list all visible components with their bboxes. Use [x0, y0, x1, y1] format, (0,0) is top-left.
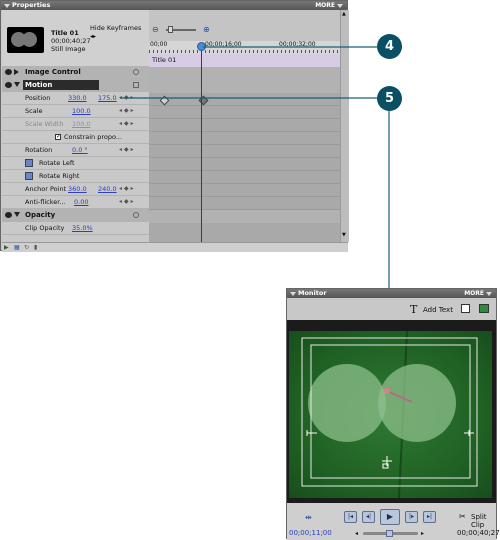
current-timecode[interactable]: 00;00;11;00 [289, 529, 332, 537]
callout-5: 5 [377, 86, 402, 111]
text-tool-icon[interactable]: T [410, 303, 417, 316]
go-to-start-button[interactable]: |◂ [344, 511, 357, 523]
video-preview[interactable] [289, 331, 492, 498]
monitor-toolbar: T Add Text [287, 298, 496, 320]
preview-overlay [301, 331, 478, 498]
split-view-icon[interactable]: ⇹ [305, 513, 312, 522]
monitor-header: Monitor MORE [287, 289, 496, 298]
monitor-panel: Monitor MORE T Add Text ⇹ 00;00;11;00 00… [286, 288, 500, 540]
panel-title: Monitor [298, 289, 327, 297]
step-back-button[interactable]: ◂| [362, 511, 375, 523]
play-button[interactable]: ▶ [380, 509, 400, 525]
more-button[interactable]: MORE [464, 289, 492, 298]
shuttle-right-icon[interactable]: ▸ [421, 530, 424, 537]
go-to-end-button[interactable]: ▸| [423, 511, 436, 523]
add-text-button[interactable]: Add Text [423, 306, 453, 314]
shuttle-handle[interactable] [386, 530, 393, 537]
split-clip-button[interactable]: Split Clip [471, 513, 496, 529]
split-clip-icon[interactable]: ✂ [459, 512, 466, 521]
duration-timecode: 00;00;40;27 [457, 529, 500, 537]
step-forward-button[interactable]: |▸ [405, 511, 418, 523]
safe-margin-icon[interactable] [461, 304, 470, 313]
collapse-triangle-icon[interactable] [290, 292, 296, 296]
shuttle-left-icon[interactable]: ◂ [355, 530, 358, 537]
snapshot-icon[interactable] [479, 304, 489, 313]
callout-4: 4 [377, 34, 402, 59]
